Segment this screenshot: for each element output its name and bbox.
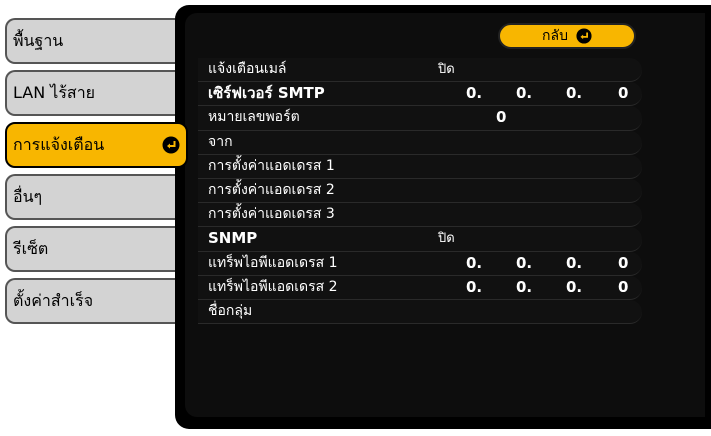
ip-octet: 0. [516,84,533,103]
ip-octet: 0. [566,277,583,296]
row-label: การตั้งค่าแอดเดรส 1 [208,157,335,174]
row-label: หมายเลขพอร์ต [208,109,300,126]
tab-reset[interactable]: รีเซ็ต [5,226,175,272]
tab-setup-complete[interactable]: ตั้งค่าสำเร็จ [5,278,175,324]
ip-octet: 0 [618,253,629,272]
tab-label: การแจ้งเตือน [13,134,105,154]
trap-ip-1-row[interactable]: แทร็พไอพีแอดเดรส 1 0. 0. 0. 0 [198,251,642,276]
ip-octet: 0. [516,253,533,272]
ip-octet: 0. [566,84,583,103]
row-value: 0 [496,108,507,127]
row-label: การตั้งค่าแอดเดรส 2 [208,181,335,198]
address-setting-1-row[interactable]: การตั้งค่าแอดเดรส 1 [198,154,642,179]
tab-basic[interactable]: พื้นฐาน [5,18,175,64]
tab-others[interactable]: อื่นๆ [5,174,175,220]
row-label: ชื่อกลุ่ม [208,302,253,319]
mail-notify-row[interactable]: แจ้งเตือนเมล์ ปิด [198,58,642,83]
row-label: แทร็พไอพีแอดเดรส 2 [208,278,338,295]
ip-octet: 0 [618,277,629,296]
row-label: เซิร์ฟเวอร์ SMTP [208,84,325,103]
back-button[interactable]: กลับ [498,23,636,49]
tab-label: ตั้งค่าสำเร็จ [13,290,94,310]
row-label: การตั้งค่าแอดเดรส 3 [208,206,335,223]
ip-octet: 0. [466,253,483,272]
tab-wireless-lan[interactable]: LAN ไร้สาย [5,70,175,116]
tab-label: LAN ไร้สาย [13,82,96,102]
tab-label: อื่นๆ [13,186,43,206]
port-number-row[interactable]: หมายเลขพอร์ต 0 [198,106,642,131]
row-label: จาก [208,133,233,150]
ip-octet: 0. [466,84,483,103]
ip-octet: 0. [466,277,483,296]
row-value: ปิด [438,62,455,77]
ip-octet: 0. [566,253,583,272]
community-name-row[interactable]: ชื่อกลุ่ม [198,299,642,325]
row-label: แทร็พไอพีแอดเดรส 1 [208,254,338,271]
ip-octet: 0 [618,84,629,103]
back-button-label: กลับ [542,28,568,44]
row-label: SNMP [208,229,258,248]
row-label: แจ้งเตือนเมล์ [208,61,287,77]
ip-octet: 0. [516,277,533,296]
from-row[interactable]: จาก [198,130,642,155]
menu-tabs: พื้นฐาน LAN ไร้สาย การแจ้งเตือน อื่นๆ รี… [5,0,188,436]
tab-notification[interactable]: การแจ้งเตือน [5,122,188,168]
snmp-row[interactable]: SNMP ปิด [198,227,642,252]
enter-icon [162,136,180,154]
smtp-server-row[interactable]: เซิร์ฟเวอร์ SMTP 0. 0. 0. 0 [198,82,642,107]
address-setting-2-row[interactable]: การตั้งค่าแอดเดรส 2 [198,178,642,204]
tab-label: พื้นฐาน [13,30,64,50]
enter-icon [576,28,592,44]
row-value: ปิด [438,231,455,247]
tab-label: รีเซ็ต [13,238,49,258]
address-setting-3-row[interactable]: การตั้งค่าแอดเดรส 3 [198,203,642,228]
trap-ip-2-row[interactable]: แทร็พไอพีแอดเดรส 2 0. 0. 0. 0 [198,275,642,300]
settings-list: แจ้งเตือนเมล์ ปิด เซิร์ฟเวอร์ SMTP 0. 0.… [198,58,642,325]
